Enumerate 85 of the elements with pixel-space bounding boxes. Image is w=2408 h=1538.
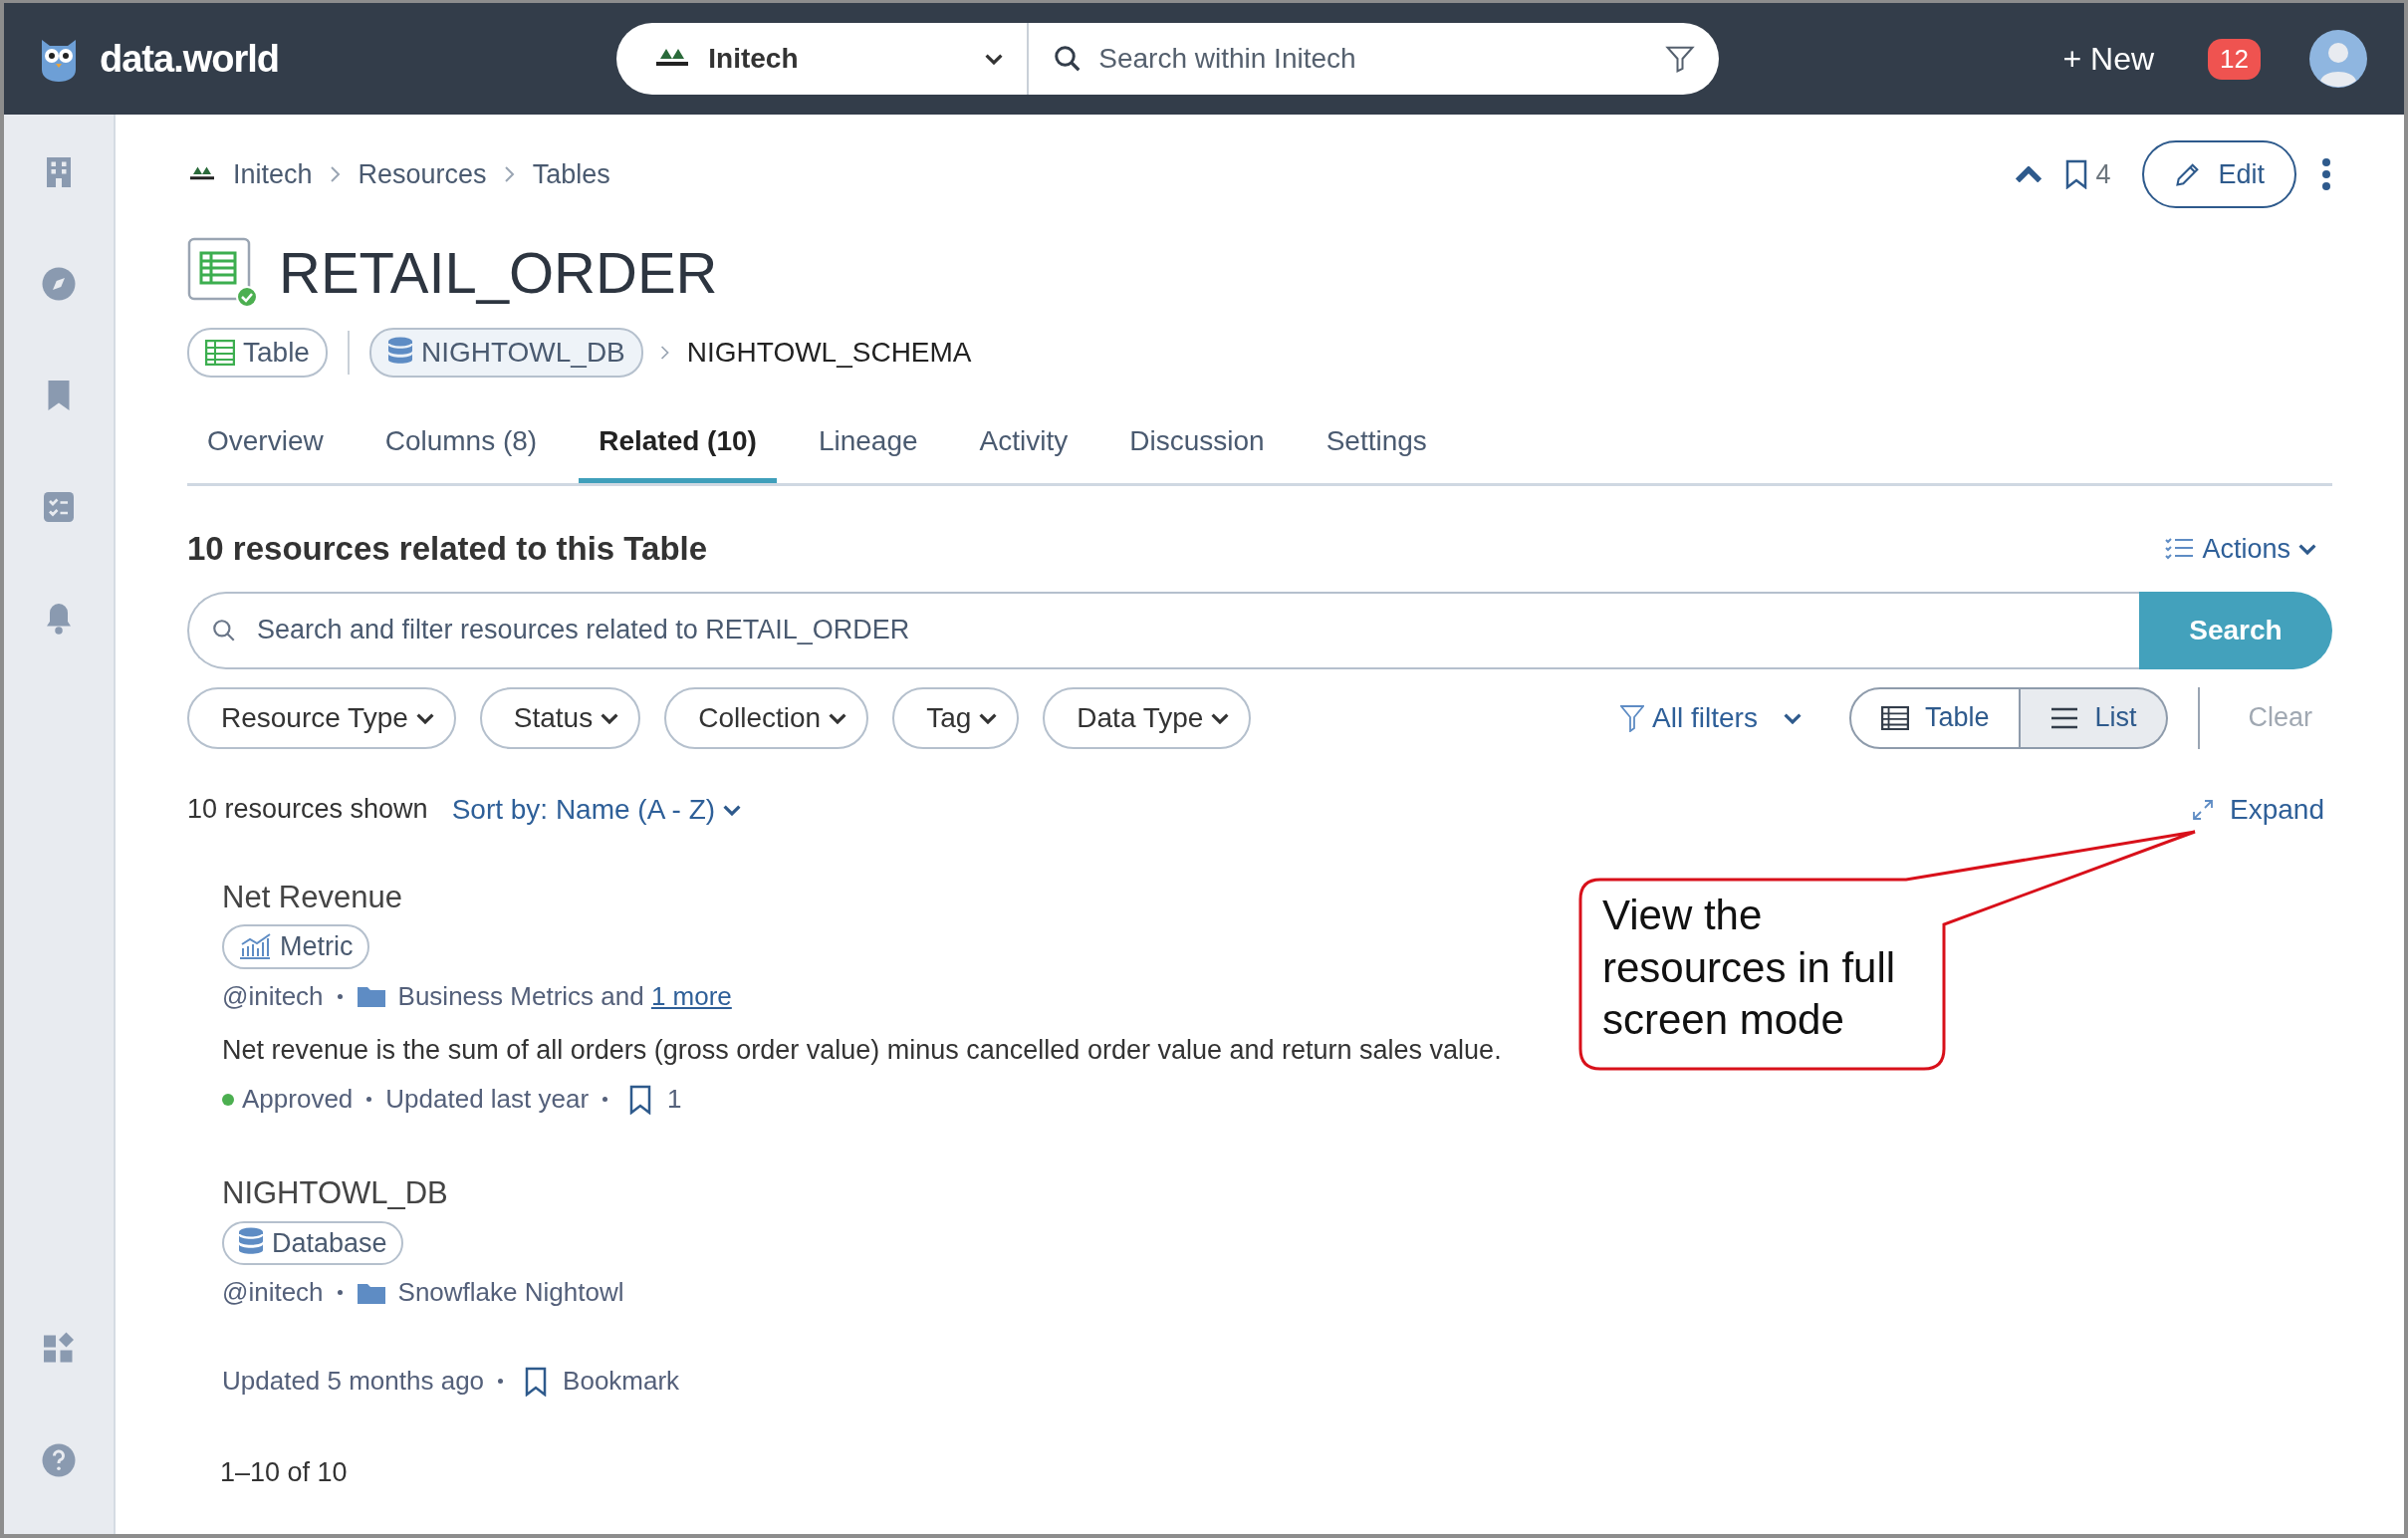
tab[interactable]: Lineage (798, 410, 938, 483)
separator-dot (337, 1290, 343, 1295)
avatar[interactable] (2308, 29, 2368, 89)
collection-text: Business Metrics and 1 more (397, 979, 732, 1013)
expand-icon (2192, 798, 2215, 821)
table-icon (1880, 705, 1909, 730)
org-selector[interactable]: Initech (616, 23, 1030, 95)
checklist-icon[interactable] (41, 489, 77, 525)
result-count: 10 resources shown (187, 793, 428, 827)
actions-button[interactable]: Actions (2164, 529, 2316, 570)
filter-dropdown[interactable]: Data Type (1043, 686, 1252, 749)
tab[interactable]: Activity (959, 410, 1088, 483)
bookmark-icon[interactable] (525, 1366, 548, 1397)
more-icon[interactable] (2320, 157, 2332, 191)
callout-text: View the resources in full screen mode (1602, 891, 1897, 1045)
separator-dot (498, 1379, 504, 1384)
chevron-down-icon (2298, 543, 2316, 556)
filter-dropdown[interactable]: Resource Type (187, 686, 456, 749)
new-button[interactable]: + New (2056, 34, 2161, 84)
chevron-down-icon (985, 53, 1004, 65)
collapse-icon[interactable] (2016, 166, 2043, 182)
bookmark-link[interactable]: Bookmark (563, 1362, 680, 1401)
table-type-badge[interactable]: Table (187, 328, 328, 378)
updated-text: Updated last year (385, 1083, 590, 1116)
owner-link[interactable]: @initech (222, 1273, 324, 1312)
folder-icon (356, 984, 386, 1008)
search-field[interactable]: Search and filter resources related to RETAIL_ORDER (187, 591, 2139, 669)
list-icon (2050, 706, 2079, 729)
separator-dot (337, 993, 343, 999)
filter-dropdown[interactable]: Tag (892, 686, 1020, 749)
tab[interactable]: Settings (1306, 410, 1447, 483)
filter-dropdown[interactable]: Status (479, 686, 641, 749)
breadcrumb-link[interactable]: Tables (532, 153, 610, 195)
tab[interactable]: Discussion (1109, 410, 1285, 483)
separator-dot (366, 1097, 372, 1102)
updated-text: Updated 5 months ago (222, 1365, 485, 1398)
edit-button[interactable]: Edit (2142, 139, 2296, 209)
parent-db-chip[interactable]: NIGHTOWL_DB (368, 328, 643, 378)
tab[interactable]: Related (10) (579, 410, 777, 483)
chevron-down-icon (829, 711, 847, 724)
filter-icon[interactable] (1665, 44, 1696, 74)
tab[interactable]: Overview (187, 410, 344, 483)
pagination-text: 1–10 of 10 (219, 1456, 349, 1489)
chevron-right-icon (328, 165, 343, 183)
chevron-down-icon (415, 711, 434, 724)
sort-dropdown[interactable]: Sort by: Name (A - Z) (451, 788, 742, 831)
chart-icon (238, 932, 272, 961)
owner-link[interactable]: @initech (222, 976, 324, 1016)
resource-name[interactable]: Net Revenue (222, 874, 402, 920)
chevron-down-icon (601, 711, 619, 724)
breadcrumb-link[interactable]: Initech (233, 153, 313, 195)
table-check-icon (187, 237, 259, 309)
search-icon (211, 617, 237, 643)
resource-description: Net revenue is the sum of all orders (gross order value) minus cancelled order value and return sales value. (222, 1033, 1503, 1067)
page-title: RETAIL_ORDER (278, 244, 718, 302)
collection-text: Snowflake Nightowl (397, 1276, 624, 1309)
separator-dot (602, 1097, 608, 1102)
tab[interactable]: Columns (8) (364, 410, 558, 483)
view-toggle-button[interactable]: Table (1848, 686, 2022, 749)
search-field[interactable]: Search within Initech (1029, 23, 1720, 95)
filter-dropdown[interactable]: Collection (664, 686, 869, 749)
chevron-down-icon (1783, 711, 1802, 724)
bookmark-icon[interactable] (629, 1084, 652, 1115)
chevron-right-icon (502, 165, 517, 183)
chevron-down-icon (1211, 711, 1230, 724)
bookmark-count: 1 (667, 1083, 682, 1116)
all-filters-button[interactable]: All filters (1620, 696, 1802, 739)
resource-type-badge[interactable]: Database (222, 1220, 403, 1265)
view-toggle-button[interactable]: List (2021, 686, 2169, 749)
resource-type-badge[interactable]: Metric (222, 924, 369, 969)
status-label: Approved (242, 1083, 354, 1116)
schema-name[interactable]: NIGHTOWL_SCHEMA (686, 332, 972, 374)
logo-text[interactable]: data.world (100, 30, 280, 88)
chevron-down-icon (979, 711, 998, 724)
bookmark-icon[interactable] (2065, 159, 2088, 189)
more-link[interactable]: 1 more (650, 980, 732, 1011)
section-heading: 10 resources related to this Table (187, 529, 708, 570)
resource-name[interactable]: NIGHTOWL_DB (222, 1170, 448, 1217)
filter-icon (1620, 703, 1645, 732)
breadcrumb-link[interactable]: Resources (358, 153, 487, 195)
chevron-right-icon (658, 345, 671, 361)
bookmark-count: 4 (2095, 157, 2111, 191)
chevron-down-icon (723, 803, 742, 816)
expand-link[interactable]: Expand (2192, 788, 2324, 831)
table-icon (205, 340, 235, 366)
